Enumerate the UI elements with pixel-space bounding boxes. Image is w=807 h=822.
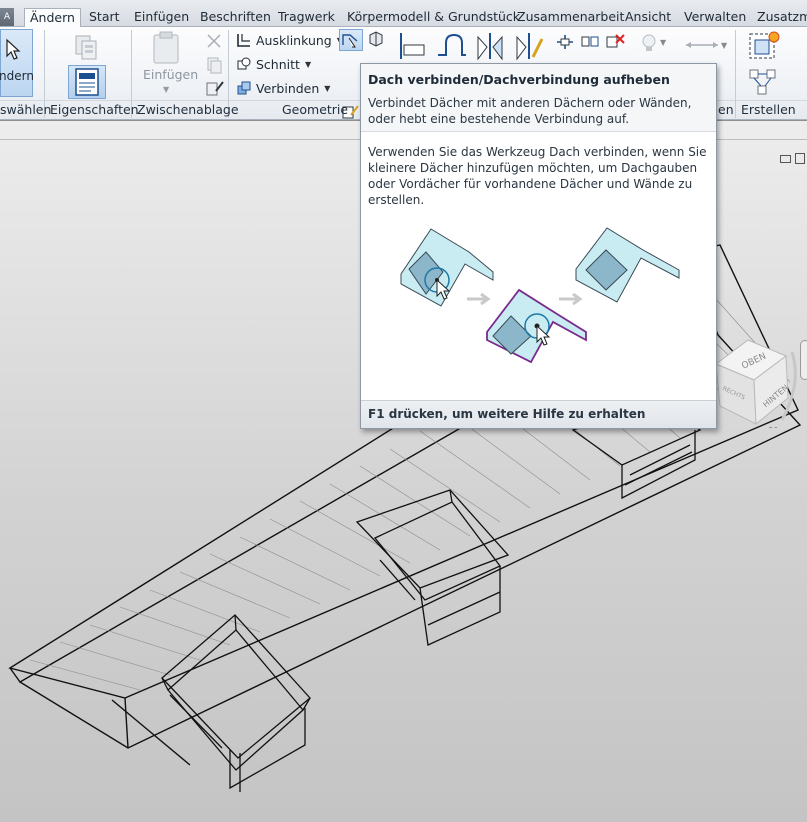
cut-scissors-icon[interactable] <box>205 32 223 50</box>
tab-beschriften[interactable]: Beschriften <box>200 8 271 27</box>
tab-zusatzmodule[interactable]: Zusatzmo <box>757 8 807 27</box>
join-roof-icon <box>342 34 358 48</box>
align-glyph <box>400 33 425 59</box>
join-dropdown-icon[interactable]: ▼ <box>324 84 330 93</box>
join-geometry-icon <box>237 81 251 95</box>
cut-geometry-label: Schnitt <box>256 56 300 72</box>
select-button-label: ndern <box>0 69 34 83</box>
cope-label: Ausklinkung <box>256 32 332 48</box>
view-cube-glyph: OBEN RECHTS HINTEN N <box>715 339 797 439</box>
move-icon[interactable] <box>555 33 573 51</box>
light-bulb-icon[interactable]: ▼ <box>640 33 670 51</box>
tooltip-description: Verbindet Dächer mit anderen Dächern ode… <box>368 96 692 126</box>
panel-label-create: Erstellen <box>741 102 796 117</box>
illustration-step-after <box>575 227 680 303</box>
join-geometry-label: Verbinden <box>256 80 320 96</box>
copy-element-glyph <box>581 36 599 47</box>
ribbon-tab-bar: A Ändern Start Einfügen Beschriften Trag… <box>0 0 807 28</box>
create-similar-icon[interactable] <box>747 30 781 62</box>
tooltip-help-hint: F1 drücken, um weitere Hilfe zu erhalten <box>368 407 646 421</box>
modify-select-button[interactable]: ndern <box>0 29 34 97</box>
join-roof-tooltip: Dach verbinden/Dachverbindung aufheben V… <box>360 63 717 429</box>
mirror-draw-axis-icon[interactable] <box>514 31 544 61</box>
join-roof-button[interactable] <box>339 29 363 51</box>
application-menu-button[interactable]: A <box>0 8 14 26</box>
dimension-icon[interactable]: ▼ <box>684 37 728 55</box>
copy-element-icon[interactable] <box>580 33 599 51</box>
type-properties-glyph <box>75 35 97 60</box>
create-group-glyph <box>749 69 776 95</box>
dimension-glyph: ▼ <box>686 41 728 50</box>
navigation-bar-edge[interactable] <box>800 340 807 380</box>
offset-glyph <box>438 33 466 56</box>
compass-north-label: N <box>768 425 778 428</box>
tab-start[interactable]: Start <box>89 8 120 27</box>
svg-text:▼: ▼ <box>721 41 728 50</box>
cut-geometry-icon <box>237 57 251 70</box>
clipboard-glyph <box>153 31 179 64</box>
dormer-1 <box>161 614 311 792</box>
create-group-icon[interactable] <box>747 67 781 97</box>
tab-verwalten[interactable]: Verwalten <box>684 8 746 27</box>
panel-label-properties: Eigenschaften <box>50 102 139 117</box>
delete-glyph <box>606 34 625 48</box>
mirror-draw-glyph <box>516 33 544 61</box>
move-glyph <box>557 35 573 49</box>
paste-icon[interactable] <box>146 30 186 66</box>
tab-zusammenarbeit[interactable]: Zusammenarbeit <box>517 8 624 27</box>
wall-join-icon[interactable] <box>367 30 385 48</box>
illustration-step-select <box>486 288 587 364</box>
match-type-icon[interactable] <box>205 79 224 97</box>
offset-icon[interactable] <box>436 31 468 59</box>
scissors-glyph <box>207 34 221 48</box>
brush-glyph <box>206 81 224 96</box>
panel-label-geometry: Geometrie <box>282 102 349 117</box>
type-properties-icon[interactable] <box>70 33 104 61</box>
dormer-2 <box>355 489 510 646</box>
cut-geometry-button[interactable]: Schnitt ▼ <box>236 56 311 72</box>
create-similar-glyph <box>749 31 780 59</box>
properties-button[interactable] <box>68 65 106 99</box>
panel-label-clipboard: Zwischenablage <box>137 102 239 117</box>
svg-text:▼: ▼ <box>660 38 667 47</box>
cope-button[interactable]: Ausklinkung ▼ <box>236 32 343 48</box>
tab-einfuegen[interactable]: Einfügen <box>134 8 189 27</box>
paste-button[interactable]: Einfügen <box>143 67 198 82</box>
align-icon[interactable] <box>398 31 426 61</box>
mirror-pick-glyph <box>477 33 503 61</box>
copy-icon[interactable] <box>205 56 223 74</box>
copy-glyph <box>207 57 222 74</box>
mirror-pick-axis-icon[interactable] <box>475 31 505 61</box>
tooltip-title: Dach verbinden/Dachverbindung aufheben <box>368 72 670 87</box>
join-geometry-button[interactable]: Verbinden ▼ <box>236 80 330 96</box>
tab-aendern[interactable]: Ändern <box>24 8 81 28</box>
wall-join-glyph <box>369 31 383 47</box>
illustration-arrow-2 <box>559 292 583 306</box>
panel-label-select: swählen <box>0 102 52 117</box>
properties-palette-icon <box>75 68 99 96</box>
tab-tragwerk[interactable]: Tragwerk <box>278 8 335 27</box>
tab-ansicht[interactable]: Ansicht <box>625 8 671 27</box>
tooltip-footer: F1 drücken, um weitere Hilfe zu erhalten <box>361 400 716 428</box>
cursor-arrow-icon <box>6 38 21 60</box>
paste-label: Einfügen <box>143 67 199 82</box>
illustration-step-before <box>400 228 494 307</box>
cut-dropdown-icon[interactable]: ▼ <box>305 60 311 69</box>
join-roof-illustration <box>400 227 680 364</box>
panel-label-partial: en <box>718 102 734 117</box>
bulb-glyph: ▼ <box>642 34 667 51</box>
illustration-arrow-1 <box>467 292 491 306</box>
view-cube[interactable]: OBEN RECHTS HINTEN N <box>702 328 802 439</box>
panel-separator <box>735 30 736 118</box>
tooltip-detail: Verwenden Sie das Werkzeug Dach verbinde… <box>368 145 707 207</box>
delete-icon[interactable] <box>605 31 625 49</box>
cope-icon <box>237 34 250 47</box>
tab-koerpermodell[interactable]: Körpermodell & Grundstück <box>347 8 520 27</box>
